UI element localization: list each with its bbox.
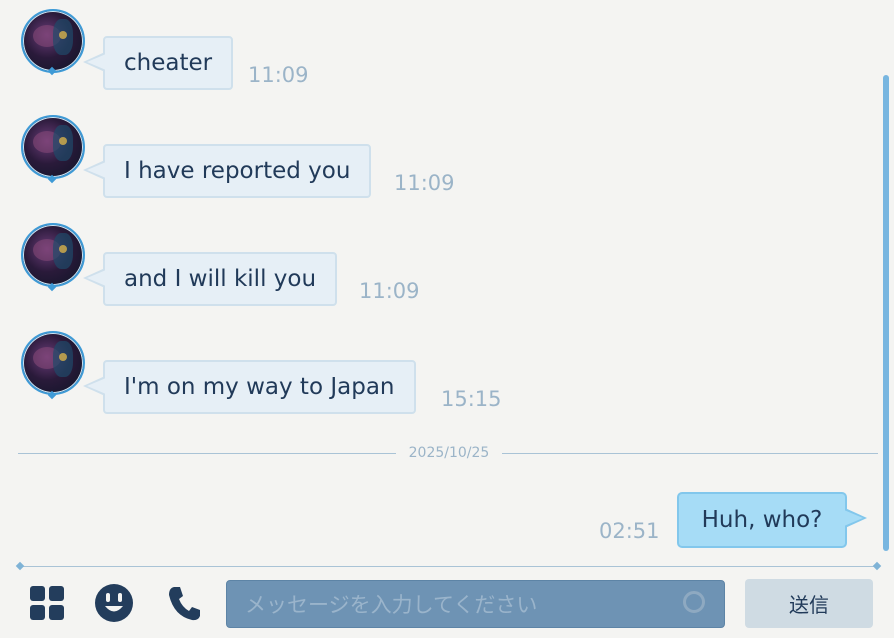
message-row: I have reported you 11:09	[0, 115, 860, 198]
scrollbar[interactable]	[883, 75, 889, 551]
message-input[interactable]	[243, 581, 667, 629]
avatar-art	[59, 31, 67, 39]
message-time: 15:15	[441, 387, 502, 411]
divider-end-icon	[15, 561, 25, 571]
ring-icon[interactable]	[683, 591, 705, 613]
chat-window: cheater 11:09 I have reported you 11:09 …	[0, 0, 894, 638]
avatar[interactable]	[21, 223, 85, 287]
composer-divider	[20, 566, 878, 567]
divider-end-icon	[872, 561, 882, 571]
phone-icon[interactable]	[164, 583, 204, 623]
message-row: and I will kill you 11:09	[0, 223, 860, 306]
message-bubble[interactable]: cheater	[82, 36, 234, 90]
avatar[interactable]	[21, 331, 85, 395]
message-bubble[interactable]: and I will kill you	[82, 252, 338, 306]
message-list[interactable]: cheater 11:09 I have reported you 11:09 …	[0, 0, 894, 560]
message-time: 11:09	[248, 63, 309, 87]
my-message-time: 02:51	[599, 519, 660, 543]
date-label: 2025/10/25	[408, 445, 490, 461]
message-time: 11:09	[359, 279, 420, 303]
message-bubble[interactable]: I have reported you	[82, 144, 372, 198]
send-button[interactable]: 送信	[745, 579, 873, 628]
separator-line	[502, 453, 878, 454]
message-bubble[interactable]: I'm on my way to Japan	[83, 360, 416, 414]
avatar[interactable]	[21, 9, 85, 73]
message-row: cheater 11:09	[0, 7, 860, 90]
avatar-art	[59, 137, 67, 145]
my-message-bubble[interactable]: Huh, who?	[677, 492, 867, 548]
avatar-art	[59, 353, 67, 361]
grid-icon[interactable]	[27, 583, 67, 623]
message-time: 11:09	[394, 171, 455, 195]
message-row: I'm on my way to Japan 15:15	[0, 331, 860, 414]
message-input-container[interactable]	[226, 580, 725, 629]
avatar-art	[59, 245, 67, 253]
separator-line	[18, 453, 396, 454]
avatar[interactable]	[21, 115, 85, 179]
date-separator: 2025/10/25	[18, 444, 878, 462]
stamp-face-icon[interactable]	[94, 583, 134, 623]
